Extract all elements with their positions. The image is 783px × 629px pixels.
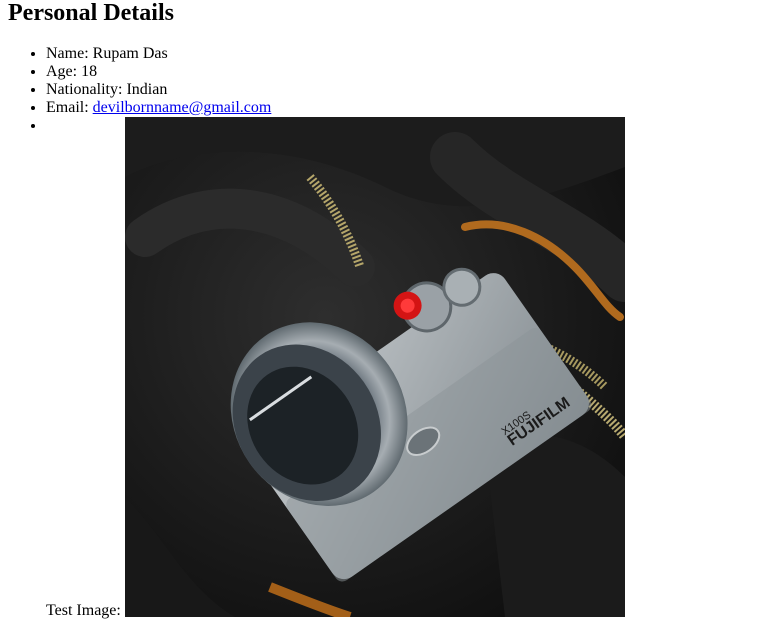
email-label: Email:: [46, 99, 89, 116]
camera-photo: FUJIFILM X100S: [125, 117, 625, 617]
nationality-value: Indian: [126, 81, 168, 98]
list-item-test-image: Test Image:: [46, 117, 775, 619]
email-link[interactable]: devilbornname@gmail.com: [93, 99, 272, 116]
age-value: 18: [81, 63, 98, 80]
name-label: Name:: [46, 45, 89, 62]
test-image-label: Test Image:: [46, 602, 121, 619]
list-item-email: Email: devilbornname@gmail.com: [46, 99, 775, 117]
list-item-name: Name: Rupam Das: [46, 45, 775, 63]
list-item-age: Age: 18: [46, 63, 775, 81]
age-label: Age:: [46, 63, 78, 80]
name-value: Rupam Das: [92, 45, 168, 62]
page-title: Personal Details: [8, 0, 174, 26]
nationality-label: Nationality:: [46, 81, 123, 98]
list-item-nationality: Nationality: Indian: [46, 81, 775, 99]
details-list: Name: Rupam Das Age: 18 Nationality: Ind…: [8, 45, 775, 619]
